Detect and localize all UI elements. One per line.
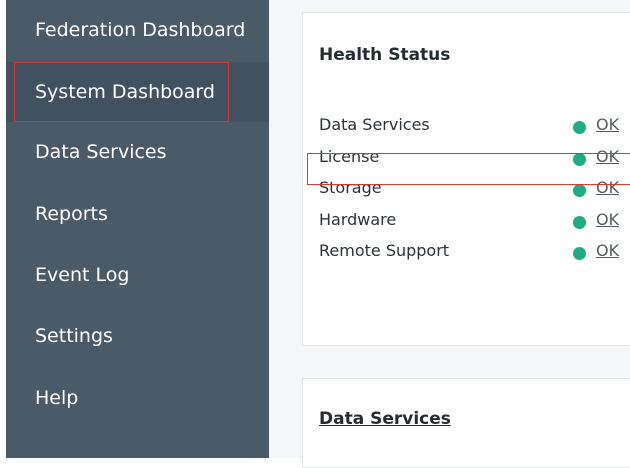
sidebar-item-label: Event Log [35,264,130,286]
sidebar-item-label: Help [35,387,79,409]
sidebar-item-label: Settings [35,325,113,347]
status-row-storage: Storage OK [303,174,630,204]
status-row-label: License [319,147,380,166]
status-row-label: Hardware [319,210,397,229]
sidebar-item-settings[interactable]: Settings [6,306,269,366]
status-row-label: Data Services [319,115,430,134]
status-ok-link[interactable]: OK [596,210,619,229]
status-ok-dot-icon [573,184,586,197]
sidebar-item-label: Federation Dashboard [35,19,246,41]
app-window: Federation Dashboard System Dashboard Da… [0,0,630,468]
sidebar-item-label: Data Services [35,141,167,163]
status-ok-dot-icon [573,153,586,166]
status-row-hardware: Hardware OK [303,206,630,236]
status-row-license: License OK [303,143,630,173]
data-services-card: Data Services [302,378,630,468]
main-content: Health Status Data Services OK License O… [269,0,630,468]
status-ok-dot-icon [573,216,586,229]
data-services-title: Data Services [319,409,451,429]
sidebar-item-system-dashboard[interactable]: System Dashboard [6,62,269,122]
sidebar-item-label: System Dashboard [35,81,215,103]
sidebar-item-label: Reports [35,203,108,225]
status-row-label: Storage [319,178,382,197]
status-row-remote-support: Remote Support OK [303,237,630,267]
status-ok-dot-icon [573,247,586,260]
status-row-label: Remote Support [319,241,450,260]
health-status-card: Health Status Data Services OK License O… [302,12,630,346]
sidebar-nav: Federation Dashboard System Dashboard Da… [6,0,269,458]
status-ok-link[interactable]: OK [596,241,619,260]
health-status-title: Health Status [319,45,451,65]
sidebar-item-reports[interactable]: Reports [6,184,269,244]
status-ok-link[interactable]: OK [596,178,619,197]
status-ok-dot-icon [573,121,586,134]
status-row-data-services: Data Services OK [303,111,630,141]
sidebar-item-help[interactable]: Help [6,368,269,428]
sidebar-item-federation-dashboard[interactable]: Federation Dashboard [6,0,269,60]
status-ok-link[interactable]: OK [596,115,619,134]
sidebar-item-event-log[interactable]: Event Log [6,245,269,305]
sidebar-item-data-services[interactable]: Data Services [6,122,269,182]
status-ok-link[interactable]: OK [596,147,619,166]
